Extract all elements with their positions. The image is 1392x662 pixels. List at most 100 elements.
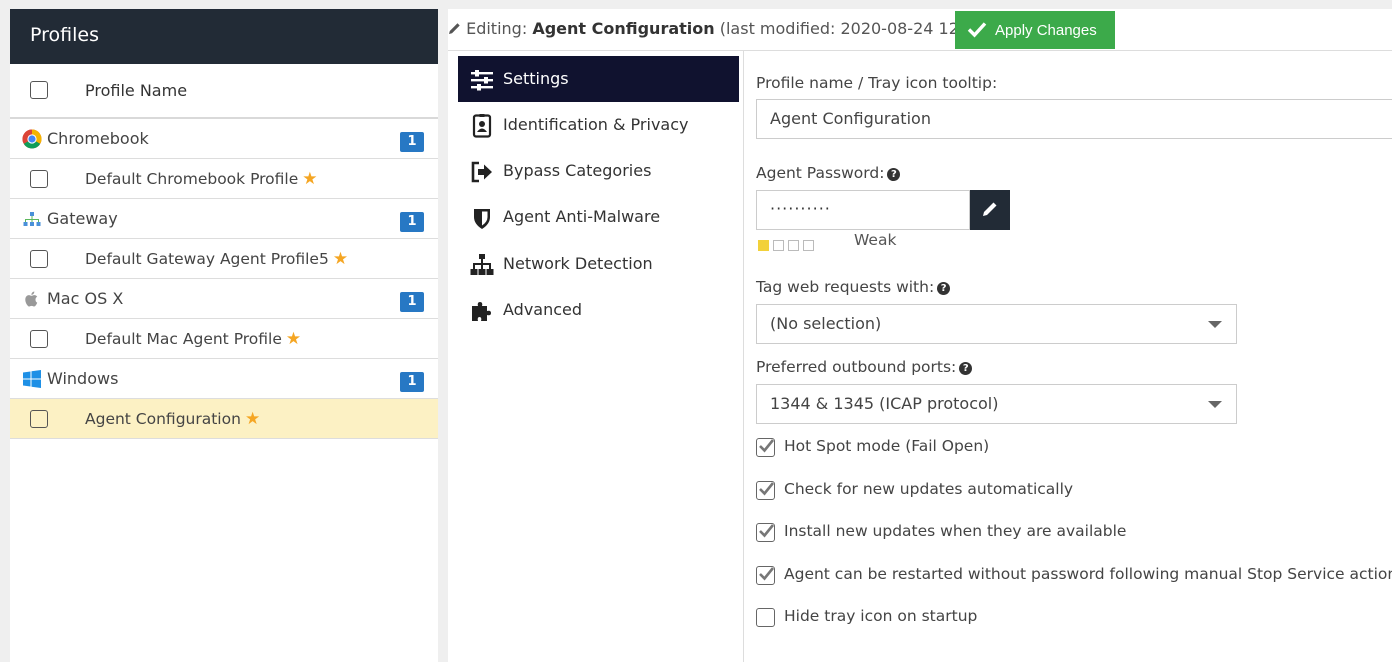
apply-changes-button[interactable]: Apply Changes bbox=[955, 11, 1115, 49]
password-strength-meter bbox=[758, 235, 818, 254]
editor-content: Settings Identification & Privacy Bypass… bbox=[448, 51, 1392, 662]
profile-name-header: Profile Name bbox=[85, 81, 188, 100]
profile-row-selected[interactable]: Agent Configuration ★ bbox=[10, 399, 438, 439]
checkbox[interactable] bbox=[756, 481, 775, 500]
strength-segment bbox=[773, 240, 784, 251]
group-windows[interactable]: Windows 1 bbox=[10, 359, 438, 399]
shield-icon bbox=[474, 209, 490, 229]
nav-bypass-categories[interactable]: Bypass Categories bbox=[458, 148, 739, 194]
checkbox-label: Check for new updates automatically bbox=[784, 480, 1074, 498]
strength-segment bbox=[758, 240, 769, 251]
profile-name: Default Gateway Agent Profile5 bbox=[85, 250, 329, 268]
checkbox[interactable] bbox=[756, 608, 775, 627]
star-icon: ★ bbox=[244, 409, 261, 429]
help-icon[interactable]: ? bbox=[959, 362, 973, 375]
editor-topbar: Editing: Agent Configuration (last modif… bbox=[448, 9, 1392, 51]
profile-checkbox[interactable] bbox=[30, 330, 48, 348]
checkbox-label: Hot Spot mode (Fail Open) bbox=[784, 437, 990, 455]
count-badge: 1 bbox=[400, 212, 424, 232]
profiles-column-header: Profile Name bbox=[10, 64, 438, 119]
help-icon[interactable]: ? bbox=[887, 168, 901, 181]
sliders-icon bbox=[471, 70, 493, 91]
check-icon bbox=[759, 524, 775, 538]
nav-label: Agent Anti-Malware bbox=[503, 207, 661, 226]
chevron-down-icon bbox=[1208, 321, 1222, 328]
select-all-checkbox[interactable] bbox=[30, 81, 48, 99]
tag-requests-select[interactable]: (No selection) bbox=[756, 304, 1237, 344]
group-label: Chromebook bbox=[47, 129, 149, 148]
id-badge-icon bbox=[472, 114, 492, 138]
outbound-ports-select[interactable]: 1344 & 1345 (ICAP protocol) bbox=[756, 384, 1237, 424]
star-icon: ★ bbox=[285, 329, 302, 349]
strength-segment bbox=[788, 240, 799, 251]
nav-label: Settings bbox=[503, 69, 569, 88]
checkbox[interactable] bbox=[756, 566, 775, 585]
check-icon bbox=[759, 567, 775, 581]
count-badge: 1 bbox=[400, 132, 424, 152]
profile-name: Agent Configuration bbox=[85, 410, 241, 428]
nav-label: Identification & Privacy bbox=[503, 115, 689, 134]
group-mac-os-x[interactable]: Mac OS X 1 bbox=[10, 279, 438, 319]
group-label: Gateway bbox=[47, 209, 118, 228]
agent-password-input[interactable]: ·········· bbox=[756, 190, 970, 230]
windows-icon bbox=[23, 370, 41, 388]
checkbox-label: Hide tray icon on startup bbox=[784, 607, 978, 625]
profile-name-label: Profile name / Tray icon tooltip: bbox=[756, 74, 998, 92]
outbound-ports-label: Preferred outbound ports:? bbox=[756, 358, 973, 376]
profile-name: Default Chromebook Profile bbox=[85, 170, 299, 188]
chevron-down-icon bbox=[1208, 401, 1222, 408]
star-icon: ★ bbox=[332, 249, 349, 269]
strength-segment bbox=[803, 240, 814, 251]
edit-password-button[interactable] bbox=[970, 190, 1010, 230]
editing-prefix: Editing: bbox=[466, 19, 528, 38]
profile-row[interactable]: Default Mac Agent Profile ★ bbox=[10, 319, 438, 359]
profile-checkbox[interactable] bbox=[30, 410, 48, 428]
pencil-icon bbox=[449, 23, 460, 34]
checkbox[interactable] bbox=[756, 438, 775, 457]
tag-requests-label-text: Tag web requests with: bbox=[756, 278, 935, 296]
outbound-ports-value: 1344 & 1345 (ICAP protocol) bbox=[770, 394, 999, 413]
nav-settings[interactable]: Settings bbox=[458, 56, 739, 102]
checkbox[interactable] bbox=[756, 523, 775, 542]
nav-label: Bypass Categories bbox=[503, 161, 652, 180]
profile-checkbox[interactable] bbox=[30, 170, 48, 188]
nav-advanced[interactable]: Advanced bbox=[458, 287, 739, 333]
apple-icon bbox=[25, 291, 38, 307]
nav-identification-privacy[interactable]: Identification & Privacy bbox=[458, 102, 739, 148]
count-badge: 1 bbox=[400, 372, 424, 392]
profile-row[interactable]: Default Chromebook Profile ★ bbox=[10, 159, 438, 199]
apply-label: Apply Changes bbox=[995, 21, 1097, 39]
group-label: Windows bbox=[47, 369, 119, 388]
check-icon bbox=[759, 482, 775, 496]
editing-profile-name: Agent Configuration bbox=[532, 19, 715, 38]
group-chromebook[interactable]: Chromebook 1 bbox=[10, 119, 438, 159]
profile-row[interactable]: Default Gateway Agent Profile5 ★ bbox=[10, 239, 438, 279]
checkbox-label: Agent can be restarted without password … bbox=[784, 565, 1392, 583]
nav-label: Network Detection bbox=[503, 254, 653, 273]
password-strength-label: Weak bbox=[854, 231, 897, 249]
sitemap-icon bbox=[470, 254, 494, 275]
profile-name-input[interactable]: Agent Configuration bbox=[756, 99, 1392, 139]
tag-requests-value: (No selection) bbox=[770, 314, 882, 333]
count-badge: 1 bbox=[400, 292, 424, 312]
nav-label: Advanced bbox=[503, 300, 583, 319]
nav-agent-anti-malware[interactable]: Agent Anti-Malware bbox=[458, 194, 739, 240]
group-gateway[interactable]: Gateway 1 bbox=[10, 199, 438, 239]
tag-requests-label: Tag web requests with:? bbox=[756, 278, 951, 296]
profiles-title: Profiles bbox=[10, 9, 438, 64]
puzzle-icon bbox=[472, 302, 491, 321]
chrome-icon bbox=[22, 129, 42, 149]
agent-password-label: Agent Password:? bbox=[756, 164, 901, 182]
checkmark-icon bbox=[967, 22, 987, 38]
pencil-icon bbox=[983, 202, 997, 216]
network-icon bbox=[23, 212, 41, 226]
help-icon[interactable]: ? bbox=[937, 282, 951, 295]
editing-header: Editing: Agent Configuration (last modif… bbox=[448, 19, 1017, 38]
sign-out-icon bbox=[471, 161, 492, 183]
profile-checkbox[interactable] bbox=[30, 250, 48, 268]
check-icon bbox=[759, 439, 775, 453]
settings-nav: Settings Identification & Privacy Bypass… bbox=[448, 51, 744, 662]
profiles-panel: Profiles Profile Name Chromebook 1 Defau… bbox=[10, 9, 438, 662]
nav-network-detection[interactable]: Network Detection bbox=[458, 241, 739, 287]
checkbox-label: Install new updates when they are availa… bbox=[784, 522, 1127, 540]
